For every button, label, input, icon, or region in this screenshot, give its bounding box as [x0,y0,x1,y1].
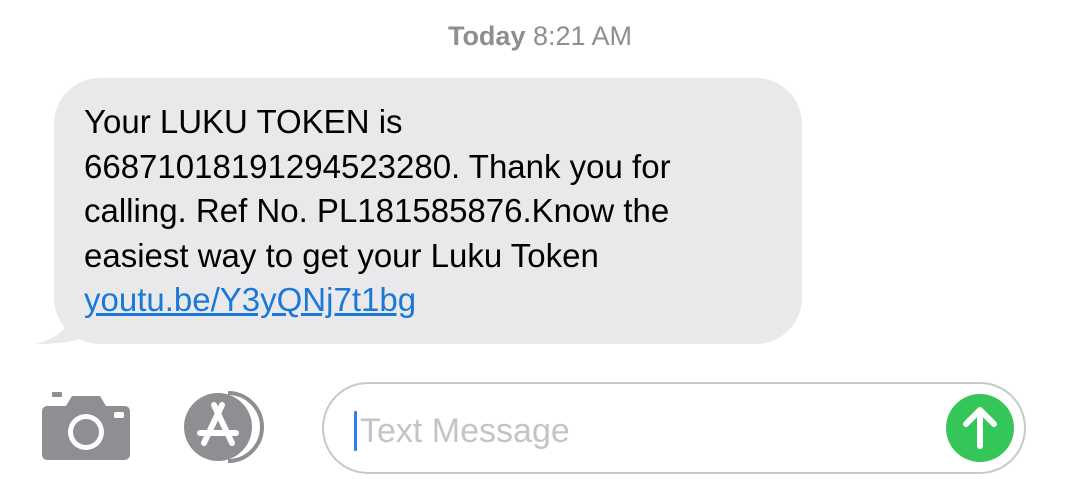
incoming-message: Your LUKU TOKEN is 66871018191294523280.… [36,78,806,346]
text-cursor [354,411,357,451]
timestamp-time: 8:21 AM [532,21,633,51]
message-timestamp: Today 8:21 AM [0,20,1080,52]
app-store-icon [184,391,264,463]
app-store-button[interactable] [182,391,278,463]
message-line: 66871018191294523280. Thank you for [84,147,671,185]
camera-button[interactable] [42,392,130,460]
messages-screen: Today 8:21 AM Your LUKU TOKEN is 6687101… [0,0,1080,479]
message-bubble[interactable]: Your LUKU TOKEN is 66871018191294523280.… [54,78,802,344]
message-line: Your LUKU TOKEN is [84,103,403,140]
camera-icon [42,392,130,460]
message-input[interactable]: Text Message [322,382,1026,474]
message-input-placeholder: Text Message [360,412,570,450]
timestamp-day: Today [447,21,526,51]
arrow-up-icon [963,407,997,449]
message-line: calling. Ref No. PL181585876.Know the [84,192,670,229]
message-link[interactable]: youtu.be/Y3yQNj7t1bg [84,278,416,323]
send-button[interactable] [946,394,1014,462]
message-line: easiest way to get your Luku Token [84,236,599,274]
